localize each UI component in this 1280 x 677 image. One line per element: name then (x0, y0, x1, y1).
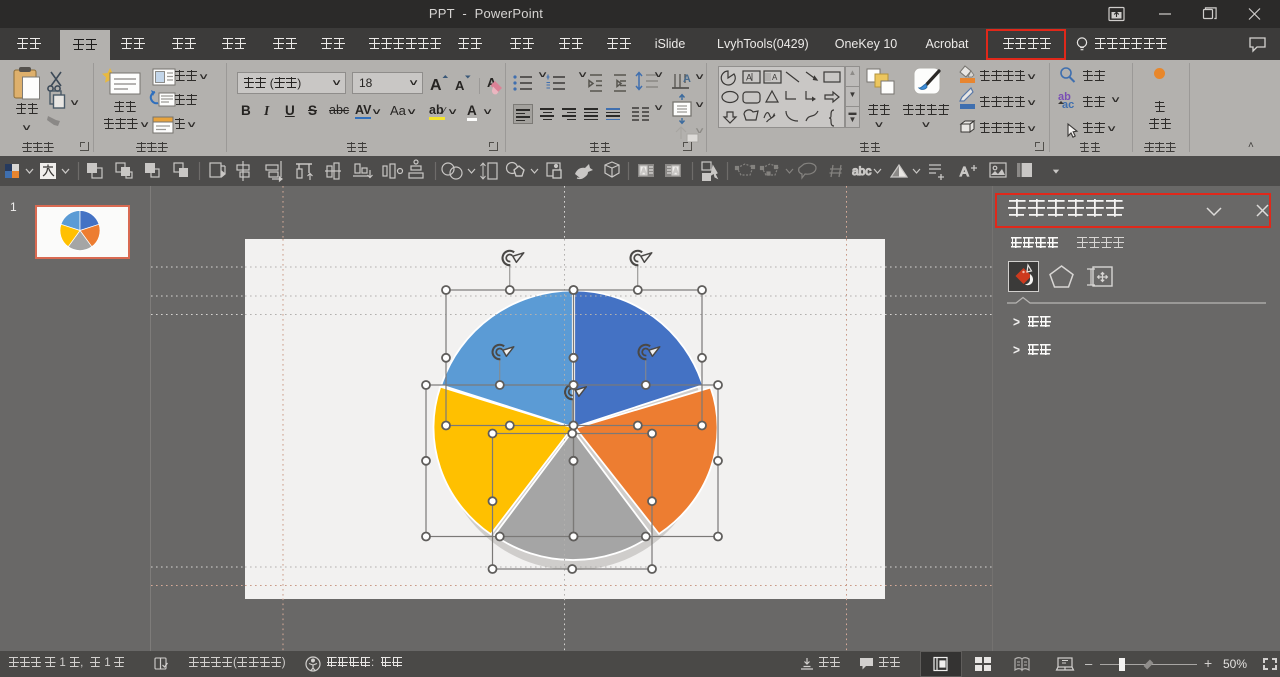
svg-text:abc: abc (852, 164, 871, 178)
svg-text:A: A (772, 73, 778, 82)
svg-text:A: A (746, 73, 752, 83)
svg-text:A: A (430, 77, 442, 94)
svg-text:ac: ac (1062, 99, 1074, 111)
svg-text:A: A (673, 167, 679, 176)
svg-text:A: A (960, 164, 969, 179)
svg-text:A: A (683, 73, 691, 85)
svg-text:A: A (455, 78, 465, 93)
svg-text:A: A (641, 167, 647, 176)
